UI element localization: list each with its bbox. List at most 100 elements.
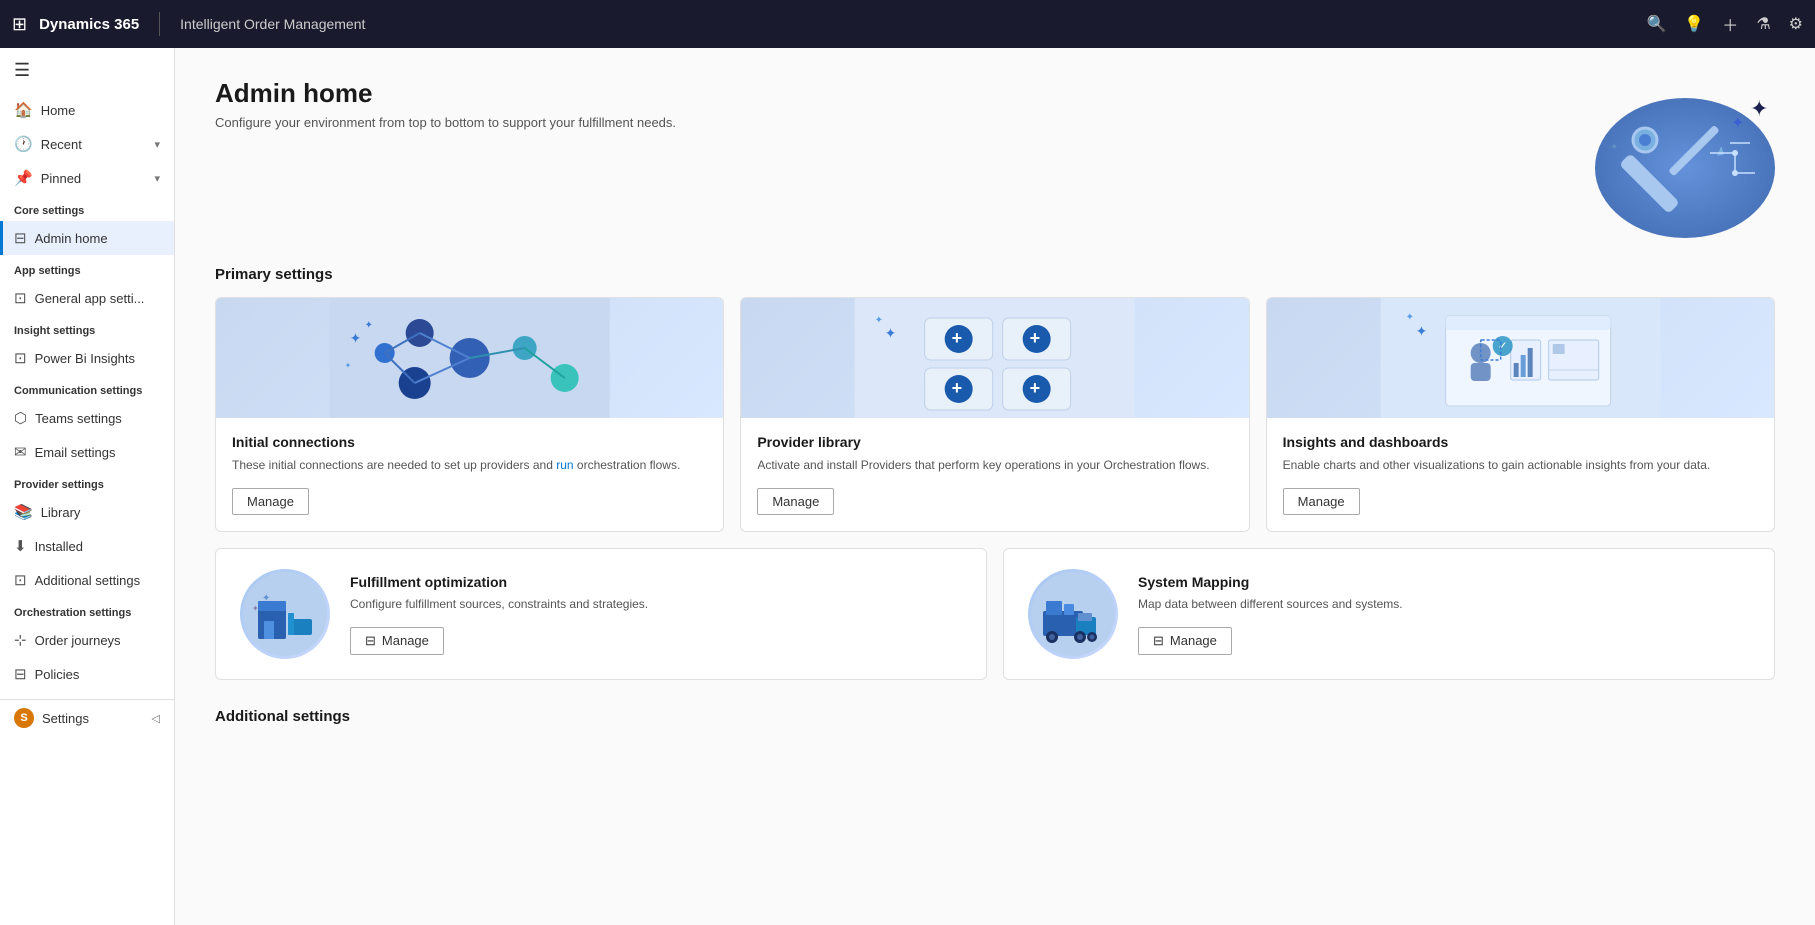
system-mapping-desc: Map data between different sources and s… bbox=[1138, 595, 1750, 613]
initial-connections-manage-btn[interactable]: Manage bbox=[232, 488, 309, 515]
sidebar-item-settings[interactable]: S Settings ◁ bbox=[0, 699, 174, 736]
sidebar: ☰ 🏠 Home 🕐 Recent ▾ 📌 Pinned ▾ Core sett… bbox=[0, 48, 175, 925]
fulfillment-illustration: ✦ ✦ bbox=[240, 569, 330, 659]
sidebar-item-admin-home[interactable]: ⊟ Admin home bbox=[0, 221, 174, 255]
sidebar-item-library[interactable]: 📚 Library bbox=[0, 495, 174, 529]
insights-svg: ✦ ✦ bbox=[1267, 298, 1774, 418]
installed-label: Installed bbox=[35, 539, 83, 554]
card-fulfillment-optimization: ✦ ✦ Fulfillment optimization Configure f… bbox=[215, 548, 987, 680]
teams-icon: ⬡ bbox=[14, 409, 27, 427]
sidebar-item-home[interactable]: 🏠 Home bbox=[0, 93, 174, 127]
library-icon: 📚 bbox=[14, 503, 33, 521]
sidebar-item-order-journeys[interactable]: ⊹ Order journeys bbox=[0, 623, 174, 657]
fulfillment-manage-btn[interactable]: ⊟ Manage bbox=[350, 627, 444, 655]
svg-text:✦: ✦ bbox=[262, 593, 270, 604]
svg-text:✦: ✦ bbox=[345, 361, 352, 370]
search-icon[interactable]: 🔍 bbox=[1646, 14, 1666, 34]
sidebar-item-installed[interactable]: ⬇ Installed bbox=[0, 529, 174, 563]
svg-text:✦: ✦ bbox=[1610, 142, 1618, 153]
sidebar-item-power-bi[interactable]: ⊡ Power Bi Insights bbox=[0, 341, 174, 375]
page-header-text: Admin home Configure your environment fr… bbox=[215, 78, 676, 130]
order-journeys-label: Order journeys bbox=[35, 633, 121, 648]
system-mapping-body: System Mapping Map data between differen… bbox=[1138, 574, 1750, 655]
manage-icon-2: ⊟ bbox=[1153, 633, 1164, 649]
system-mapping-svg bbox=[1028, 569, 1118, 659]
system-mapping-manage-label: Manage bbox=[1170, 633, 1217, 648]
insights-dashboards-title: Insights and dashboards bbox=[1283, 434, 1758, 450]
app-name: Intelligent Order Management bbox=[180, 16, 365, 32]
library-label: Library bbox=[41, 505, 81, 520]
hamburger-button[interactable]: ☰ bbox=[0, 48, 174, 93]
sidebar-item-policies[interactable]: ⊟ Policies bbox=[0, 657, 174, 691]
svg-text:✦: ✦ bbox=[1731, 115, 1744, 132]
policies-icon: ⊟ bbox=[14, 665, 27, 683]
home-label: Home bbox=[41, 103, 76, 118]
svg-text:✦: ✦ bbox=[1415, 323, 1427, 339]
additional-settings-title: Additional settings bbox=[215, 708, 1775, 725]
network-svg: ✦ ✦ ✦ bbox=[216, 298, 723, 418]
fulfillment-body: Fulfillment optimization Configure fulfi… bbox=[350, 574, 962, 655]
svg-text:✦: ✦ bbox=[1750, 96, 1768, 121]
svg-text:+: + bbox=[952, 328, 963, 348]
insight-settings-section: Insight settings bbox=[0, 315, 174, 341]
sidebar-item-recent[interactable]: 🕐 Recent ▾ bbox=[0, 127, 174, 161]
topbar-divider bbox=[159, 12, 160, 36]
primary-settings-title: Primary settings bbox=[215, 266, 1775, 283]
card-initial-connections-img: ✦ ✦ ✦ bbox=[216, 298, 723, 418]
core-settings-section: Core settings bbox=[0, 195, 174, 221]
general-app-label: General app setti... bbox=[35, 291, 145, 306]
system-mapping-title: System Mapping bbox=[1138, 574, 1750, 590]
fulfillment-svg: ✦ ✦ bbox=[240, 569, 330, 659]
order-journeys-icon: ⊹ bbox=[14, 631, 27, 649]
filter-icon[interactable]: ⚗ bbox=[1756, 14, 1770, 34]
fulfillment-manage-label: Manage bbox=[382, 633, 429, 648]
power-bi-label: Power Bi Insights bbox=[35, 351, 135, 366]
run-link[interactable]: run bbox=[556, 458, 573, 472]
topbar: ⊞ Dynamics 365 Intelligent Order Managem… bbox=[0, 0, 1815, 48]
main-layout: ☰ 🏠 Home 🕐 Recent ▾ 📌 Pinned ▾ Core sett… bbox=[0, 48, 1815, 925]
communication-settings-section: Communication settings bbox=[0, 375, 174, 401]
admin-home-label: Admin home bbox=[35, 231, 108, 246]
svg-text:+: + bbox=[1030, 378, 1041, 398]
sidebar-item-pinned[interactable]: 📌 Pinned ▾ bbox=[0, 161, 174, 195]
grid-icon[interactable]: ⊞ bbox=[12, 14, 27, 35]
recent-icon: 🕐 bbox=[14, 135, 33, 153]
sidebar-item-email[interactable]: ✉ Email settings bbox=[0, 435, 174, 469]
card-initial-connections-body: Initial connections These initial connec… bbox=[216, 418, 723, 531]
chevron-down-icon: ▾ bbox=[154, 138, 160, 151]
insights-dashboards-manage-btn[interactable]: Manage bbox=[1283, 488, 1360, 515]
primary-cards-grid: ✦ ✦ ✦ bbox=[215, 297, 1775, 532]
svg-text:✦: ✦ bbox=[885, 325, 897, 341]
provider-library-title: Provider library bbox=[757, 434, 1232, 450]
system-mapping-manage-btn[interactable]: ⊟ Manage bbox=[1138, 627, 1232, 655]
card-provider-library-img: ✦ ✦ + + + bbox=[741, 298, 1248, 418]
initial-connections-desc: These initial connections are needed to … bbox=[232, 456, 707, 474]
sidebar-item-additional-settings[interactable]: ⊡ Additional settings bbox=[0, 563, 174, 597]
app-settings-section: App settings bbox=[0, 255, 174, 281]
sidebar-item-general-app[interactable]: ⊡ General app setti... bbox=[0, 281, 174, 315]
card-initial-connections: ✦ ✦ ✦ bbox=[215, 297, 724, 532]
orchestration-settings-section: Orchestration settings bbox=[0, 597, 174, 623]
svg-text:+: + bbox=[1030, 328, 1041, 348]
header-svg: ✦ ✦ ✦ bbox=[1535, 78, 1775, 238]
settings-icon[interactable]: ⚙ bbox=[1789, 14, 1803, 34]
lightbulb-icon[interactable]: 💡 bbox=[1684, 14, 1704, 34]
provider-library-manage-btn[interactable]: Manage bbox=[757, 488, 834, 515]
sidebar-item-teams[interactable]: ⬡ Teams settings bbox=[0, 401, 174, 435]
settings-label: Settings bbox=[42, 711, 89, 726]
settings-badge: S bbox=[14, 708, 34, 728]
card-insights-dashboards-img: ✦ ✦ bbox=[1267, 298, 1774, 418]
plus-icon[interactable]: ＋ bbox=[1722, 12, 1738, 36]
email-icon: ✉ bbox=[14, 443, 27, 461]
fulfillment-desc: Configure fulfillment sources, constrain… bbox=[350, 595, 962, 613]
card-insights-dashboards-body: Insights and dashboards Enable charts an… bbox=[1267, 418, 1774, 531]
initial-connections-title: Initial connections bbox=[232, 434, 707, 450]
provider-settings-section: Provider settings bbox=[0, 469, 174, 495]
chevron-down-icon: ▾ bbox=[154, 172, 160, 185]
topbar-actions: 🔍 💡 ＋ ⚗ ⚙ bbox=[1646, 12, 1803, 36]
svg-text:✦: ✦ bbox=[252, 604, 259, 613]
pin-icon: 📌 bbox=[14, 169, 33, 187]
chevron-right-icon: ◁ bbox=[152, 712, 160, 725]
secondary-cards-grid: ✦ ✦ Fulfillment optimization Configure f… bbox=[215, 548, 1775, 680]
app-logo: Dynamics 365 bbox=[39, 16, 139, 33]
